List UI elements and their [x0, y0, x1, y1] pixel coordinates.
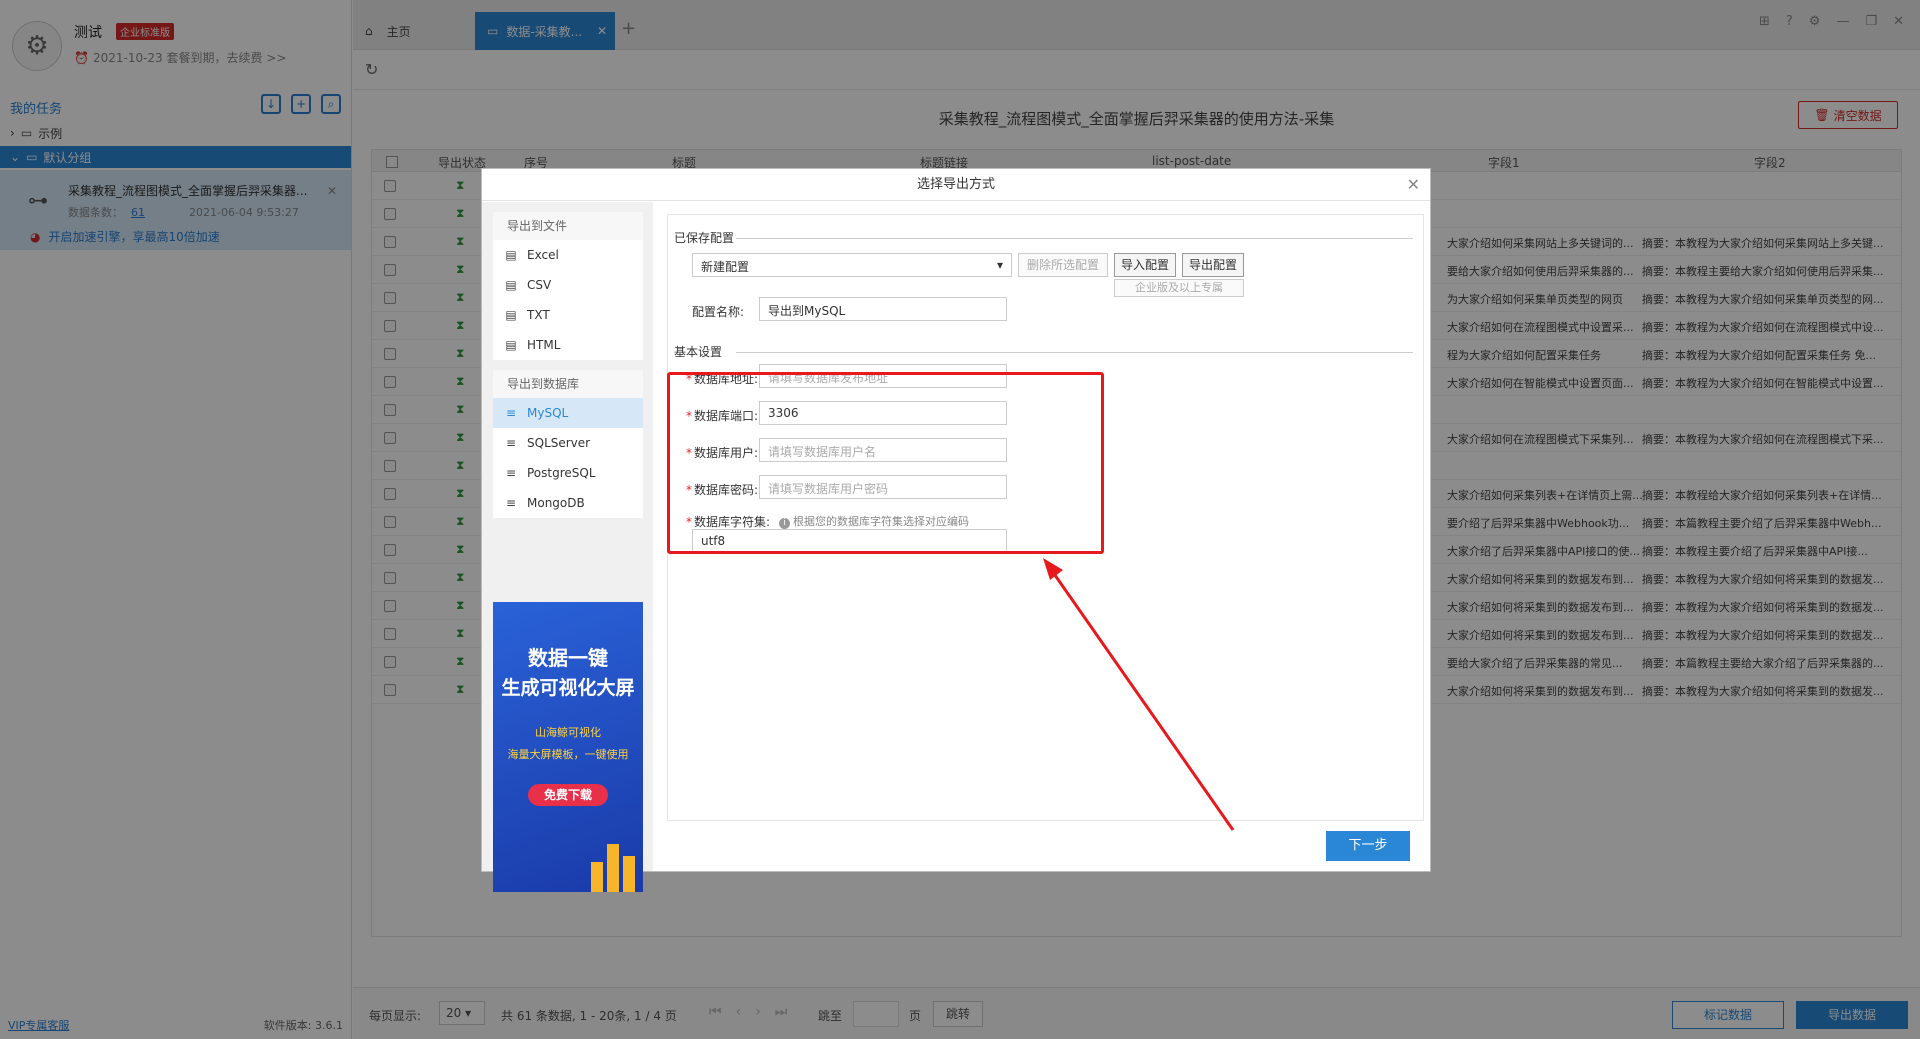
option-label: MongoDB — [527, 496, 585, 510]
enterprise-note: 企业版及以上专属 — [1114, 279, 1244, 297]
option-label: CSV — [527, 278, 552, 292]
promo-line4: 海量大屏模板，一键使用 — [507, 748, 629, 761]
option-label: TXT — [527, 308, 550, 322]
promo-line2: 生成可视化大屏 — [501, 677, 635, 699]
option-label: SQLServer — [527, 436, 591, 450]
next-step-button[interactable]: 下一步 — [1326, 831, 1410, 861]
basic-section: 基本设置 — [668, 343, 1423, 359]
database-icon: ≡ — [505, 496, 517, 510]
db-group: 导出到数据库 ≡ MySQL ≡ SQLServer ≡ PostgreSQL ≡ Mo… — [493, 370, 643, 518]
highlight-box — [667, 372, 1104, 554]
dialog-title: 选择导出方式 ✕ — [482, 169, 1430, 201]
option-label: MySQL — [527, 406, 569, 420]
export-config-button[interactable]: 导出配置 — [1182, 253, 1244, 277]
promo-banner[interactable]: 数据一键 生成可视化大屏 山海鲸可视化 海量大屏模板，一键使用 免费下载 — [493, 602, 643, 892]
config-select[interactable]: 新建配置 ▾ — [692, 253, 1012, 277]
option-html[interactable]: ▤ HTML — [493, 330, 643, 360]
export-type-panel: 导出到文件 ▤ Excel ▤ CSV ▤ TXT ▤ HTML 导出到数据库 ≡ MyS… — [482, 202, 653, 892]
option-label: Excel — [527, 248, 559, 262]
config-name-label: 配置名称: — [692, 305, 745, 319]
chart-illustration — [591, 844, 635, 892]
file-icon: ▤ — [505, 338, 517, 352]
option-mysql[interactable]: ≡ MySQL — [493, 398, 643, 428]
file-icon: ▤ — [505, 308, 517, 322]
option-csv[interactable]: ▤ CSV — [493, 270, 643, 300]
db-group-header: 导出到数据库 — [493, 370, 643, 398]
chevron-down-icon: ▾ — [996, 258, 1003, 272]
app-window: ⚙ 测试 企业标准版 ⏰ 2021-10-23 套餐到期，去续费 >> 我的任务 … — [0, 0, 1920, 1039]
config-select-value: 新建配置 — [701, 260, 750, 274]
file-group: 导出到文件 ▤ Excel ▤ CSV ▤ TXT ▤ HTML — [493, 212, 643, 360]
option-mongodb[interactable]: ≡ MongoDB — [493, 488, 643, 518]
promo-download-button[interactable]: 免费下载 — [528, 784, 608, 806]
option-label: PostgreSQL — [527, 466, 596, 480]
saved-config-section: 已保存配置 — [668, 229, 1423, 245]
database-icon: ≡ — [505, 466, 517, 480]
config-name-input[interactable]: 导出到MySQL — [759, 297, 1007, 321]
promo-line3: 山海鲸可视化 — [535, 726, 601, 739]
option-label: HTML — [527, 338, 561, 352]
option-txt[interactable]: ▤ TXT — [493, 300, 643, 330]
dialog-title-text: 选择导出方式 — [916, 177, 995, 192]
promo-line1: 数据一键 — [528, 646, 608, 670]
delete-config-button[interactable]: 删除所选配置 — [1018, 253, 1108, 277]
option-excel[interactable]: ▤ Excel — [493, 240, 643, 270]
database-icon: ≡ — [505, 406, 517, 420]
file-group-header: 导出到文件 — [493, 212, 643, 240]
option-sqlserver[interactable]: ≡ SQLServer — [493, 428, 643, 458]
import-config-button[interactable]: 导入配置 — [1114, 253, 1176, 277]
database-icon: ≡ — [505, 436, 517, 450]
file-icon: ▤ — [505, 278, 517, 292]
file-icon: ▤ — [505, 248, 517, 262]
option-postgresql[interactable]: ≡ PostgreSQL — [493, 458, 643, 488]
close-icon[interactable]: ✕ — [1407, 169, 1420, 201]
